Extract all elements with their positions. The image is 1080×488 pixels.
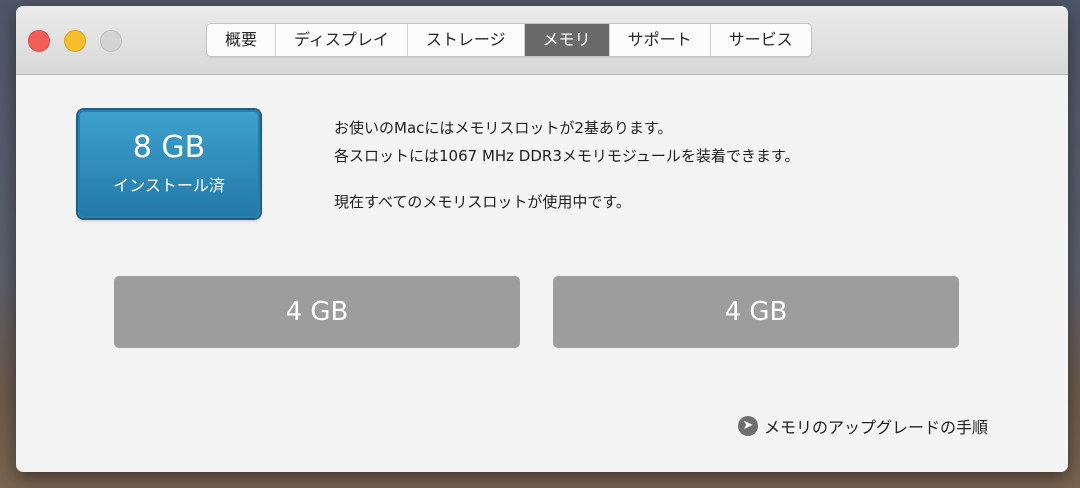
zoom-window-button[interactable] — [100, 30, 122, 52]
close-window-button[interactable] — [28, 30, 50, 52]
about-this-mac-window: 概要 ディスプレイ ストレージ メモリ サポート サービス 8 GB インストー… — [16, 6, 1068, 472]
total-memory-size: 8 GB — [132, 130, 206, 165]
tab-storage[interactable]: ストレージ — [408, 24, 525, 56]
arrow-right-circle-icon: ➤ — [738, 416, 758, 436]
memory-slot-2: 4 GB — [553, 276, 959, 348]
title-bar: 概要 ディスプレイ ストレージ メモリ サポート サービス — [16, 6, 1068, 75]
memory-slot-status-text: 現在すべてのメモリスロットが使用中です。 — [334, 193, 631, 211]
total-memory-label: インストール済 — [113, 176, 225, 195]
tab-overview[interactable]: 概要 — [207, 24, 277, 56]
memory-slot-1: 4 GB — [114, 276, 520, 348]
memory-module-spec-text: 各スロットには1067 MHz DDR3メモリモジュールを装着できます。 — [334, 147, 800, 165]
minimize-window-button[interactable] — [64, 30, 86, 52]
memory-info-text: お使いのMacにはメモリスロットが2基あります。 各スロットには1067 MHz… — [334, 114, 799, 216]
tab-displays[interactable]: ディスプレイ — [276, 24, 408, 56]
tab-service[interactable]: サービス — [711, 24, 811, 56]
memory-slot-count-text: お使いのMacにはメモリスロットが2基あります。 — [334, 119, 673, 137]
tab-memory[interactable]: メモリ — [524, 24, 610, 56]
memory-upgrade-link[interactable]: ➤ メモリのアップグレードの手順 — [738, 414, 988, 438]
total-memory-badge: 8 GB インストール済 — [78, 110, 260, 218]
memory-upgrade-link-label: メモリのアップグレードの手順 — [764, 418, 989, 437]
tab-bar: 概要 ディスプレイ ストレージ メモリ サポート サービス — [206, 23, 812, 57]
tab-support[interactable]: サポート — [610, 24, 711, 56]
